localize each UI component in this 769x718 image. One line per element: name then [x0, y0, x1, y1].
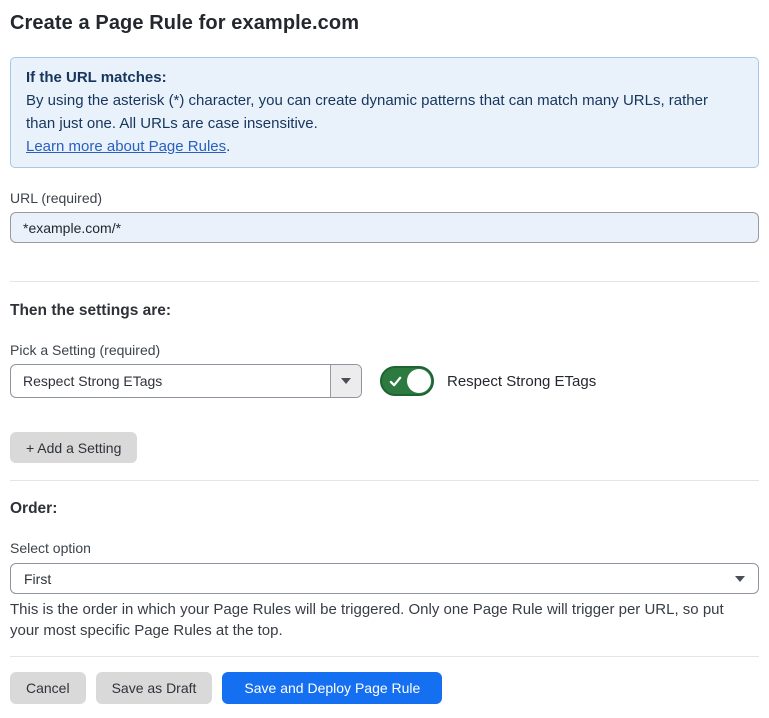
url-field-label: URL (required) [10, 190, 759, 207]
cancel-button[interactable]: Cancel [10, 672, 86, 704]
setting-dropdown-value: Respect Strong ETags [11, 365, 330, 397]
setting-dropdown[interactable]: Respect Strong ETags [10, 364, 362, 398]
add-setting-button[interactable]: + Add a Setting [10, 432, 137, 463]
save-as-draft-button[interactable]: Save as Draft [96, 672, 213, 704]
info-box-heading: If the URL matches: [26, 66, 743, 89]
order-section-heading: Order: [10, 500, 759, 518]
order-select[interactable]: First [10, 563, 759, 594]
save-and-deploy-button[interactable]: Save and Deploy Page Rule [222, 672, 442, 704]
toggle-knob [407, 369, 431, 393]
url-match-info-box: If the URL matches: By using the asteris… [10, 57, 759, 168]
dropdown-arrow-icon [341, 378, 351, 384]
action-buttons: Cancel Save as Draft Save and Deploy Pag… [10, 672, 759, 704]
pick-setting-label: Pick a Setting (required) [10, 342, 759, 358]
setting-row: Respect Strong ETags Respect Strong ETag… [10, 364, 759, 398]
page-rule-form: Create a Page Rule for example.com If th… [0, 0, 769, 714]
footer-divider [10, 656, 759, 657]
section-divider [10, 480, 759, 481]
page-title: Create a Page Rule for example.com [10, 10, 759, 37]
info-box-link-line: Learn more about Page Rules. [26, 135, 743, 158]
setting-dropdown-arrow-button[interactable] [330, 365, 361, 397]
toggle-label: Respect Strong ETags [447, 373, 596, 390]
respect-strong-etags-toggle[interactable] [380, 366, 434, 396]
link-suffix: . [226, 138, 230, 155]
order-select-label: Select option [10, 541, 759, 556]
section-divider [10, 281, 759, 282]
chevron-down-icon [735, 576, 745, 582]
info-box-body: By using the asterisk (*) character, you… [26, 89, 736, 135]
order-help-text: This is the order in which your Page Rul… [10, 600, 755, 641]
learn-more-link[interactable]: Learn more about Page Rules [26, 138, 226, 155]
settings-section-heading: Then the settings are: [10, 302, 759, 320]
checkmark-icon [389, 375, 402, 388]
url-input[interactable] [10, 212, 759, 243]
order-select-value: First [24, 571, 51, 587]
